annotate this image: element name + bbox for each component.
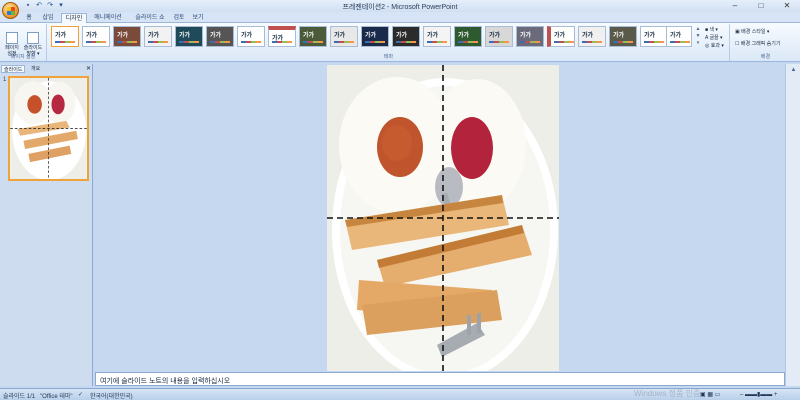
scroll-up-icon[interactable]: ▲ — [787, 65, 800, 75]
theme-colors-button[interactable]: ■ 색 ▾ — [705, 26, 718, 33]
window-controls: – □ ✕ — [722, 0, 800, 12]
background-styles-button[interactable]: ▣ 배경 스타일 ▾ — [735, 28, 769, 35]
status-slide-count: 슬라이드 1/1 — [3, 394, 36, 400]
theme-thumbnail[interactable]: 가가 — [516, 26, 544, 47]
office-logo-icon — [7, 7, 15, 15]
theme-thumbnail[interactable]: 가가 — [237, 26, 265, 47]
close-pane-icon[interactable]: ✕ — [86, 65, 91, 72]
slide-picture[interactable] — [327, 65, 559, 371]
ribbon: 페이지 설정 슬라이드 방향 ▾ 페이지 설정 테마 가가 가가 가가 가가 가… — [0, 23, 800, 62]
theme-thumbnail[interactable]: 가가 — [206, 26, 234, 47]
tab-animation[interactable]: 애니메이션 — [90, 13, 126, 23]
tab-view[interactable]: 보기 — [191, 13, 205, 23]
maximize-button[interactable]: □ — [748, 0, 774, 12]
theme-thumbnail[interactable]: 가가 — [361, 26, 389, 47]
theme-thumbnail[interactable]: 가가 — [666, 26, 692, 47]
theme-thumbnail[interactable]: 가가 — [175, 26, 203, 47]
ribbon-tabs: 홈 삽입 디자인 애니메이션 슬라이드 쇼 검토 보기 — [0, 12, 800, 23]
windows-activation-watermark: Windows 정품 인증 — [634, 389, 701, 398]
theme-thumbnail[interactable]: 가가 — [578, 26, 606, 47]
theme-thumbnail[interactable]: 가가 — [268, 26, 296, 47]
slide-thumbnail-image — [10, 78, 87, 179]
tab-design[interactable]: 디자인 — [61, 13, 87, 23]
slide-thumbnail[interactable] — [8, 76, 89, 181]
theme-thumbnail[interactable]: 가가 — [547, 26, 575, 47]
theme-thumbnail[interactable]: 가가 — [609, 26, 637, 47]
tab-insert[interactable]: 삽입 — [38, 13, 58, 23]
theme-thumbnail[interactable]: 가가 — [299, 26, 327, 47]
tab-review[interactable]: 검토 — [172, 13, 186, 23]
page-setup-icon — [6, 32, 18, 44]
spellcheck-icon[interactable]: ✓ — [78, 391, 83, 398]
slide-number: 1 — [3, 77, 7, 83]
theme-thumbnail[interactable]: 가가 — [454, 26, 482, 47]
themes-group-label: 테마 — [383, 54, 394, 60]
theme-thumbnail[interactable]: 가가 — [51, 26, 79, 47]
page-setup-group: 페이지 설정 슬라이드 방향 ▾ 페이지 설정 — [0, 24, 47, 61]
theme-thumbnail[interactable]: 가가 — [82, 26, 110, 47]
theme-thumbnail[interactable]: 가가 — [330, 26, 358, 47]
vertical-scrollbar[interactable]: ▲ — [785, 64, 800, 386]
theme-thumbnail[interactable]: 가가 — [392, 26, 420, 47]
hide-background-graphics-checkbox[interactable]: ☐ 배경 그래픽 숨기기 — [735, 40, 780, 47]
theme-gallery-scroll[interactable]: ▲ ▼ ▾ — [694, 26, 702, 47]
background-group-label: 배경 — [760, 54, 771, 60]
tab-slides[interactable]: 슬라이드 — [1, 65, 26, 73]
theme-thumbnail[interactable]: 가가 — [485, 26, 513, 47]
theme-thumbnail[interactable]: 가가 — [113, 26, 141, 47]
office-button[interactable] — [2, 2, 19, 19]
view-buttons[interactable]: ▣ ▦ ▭ — [700, 391, 720, 398]
theme-fonts-button[interactable]: A 글꼴 ▾ — [705, 34, 723, 41]
minimize-button[interactable]: – — [722, 0, 748, 12]
theme-thumbnail[interactable]: 가가 — [144, 26, 172, 47]
page-setup-group-label: 페이지 설정 — [10, 54, 36, 60]
window-title: 프레젠테이션2 - Microsoft PowerPoint — [342, 4, 458, 11]
theme-thumbnail[interactable]: 가가 — [423, 26, 451, 47]
close-button[interactable]: ✕ — [774, 0, 800, 12]
notes-placeholder: 여기에 슬라이드 노트의 내용을 입력하십시오 — [100, 378, 231, 385]
tab-slideshow[interactable]: 슬라이드 쇼 — [130, 13, 170, 23]
title-bar: ▪ ↶ ↷ ▾ 프레젠테이션2 - Microsoft PowerPoint –… — [0, 0, 800, 12]
tab-outline[interactable]: 개요 — [29, 65, 42, 73]
status-theme-name: "Office 테마" — [40, 394, 73, 400]
theme-effects-button[interactable]: ◎ 효과 ▾ — [705, 42, 724, 49]
slides-pane-tabs: 슬라이드 개요 ✕ — [1, 65, 91, 73]
status-language[interactable]: 한국어(대한민국) — [90, 391, 133, 400]
tab-home[interactable]: 홈 — [22, 13, 36, 23]
theme-thumbnail[interactable]: 가가 — [640, 26, 668, 47]
slide-canvas[interactable] — [327, 65, 559, 371]
notes-pane[interactable]: 여기에 슬라이드 노트의 내용을 입력하십시오 — [95, 372, 785, 386]
zoom-slider[interactable]: – ▬▬▮▬▬ + — [740, 391, 777, 398]
slide-orientation-icon — [27, 32, 39, 44]
